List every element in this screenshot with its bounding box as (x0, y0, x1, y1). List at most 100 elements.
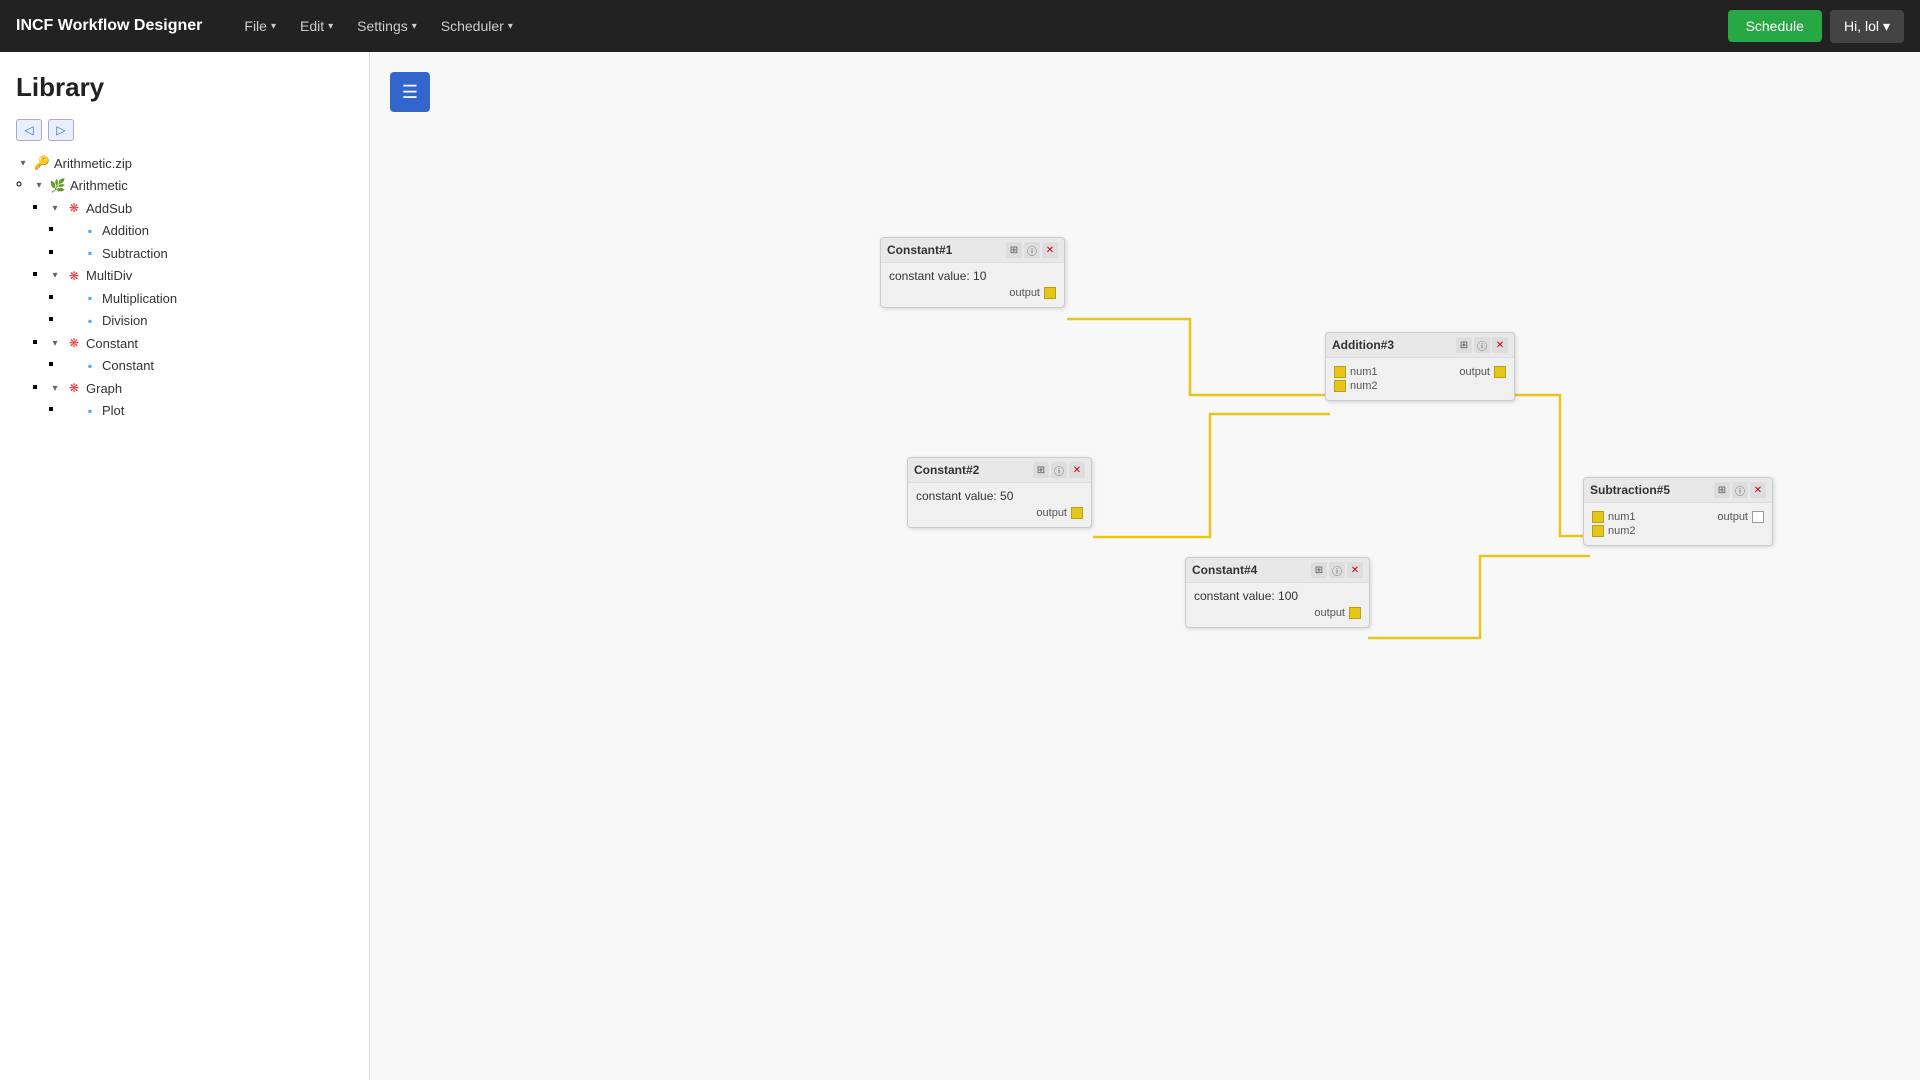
tree-item-plot[interactable]: ▪ Plot (64, 401, 353, 421)
canvas-menu-button[interactable]: ☰ (390, 72, 430, 112)
node-constant1-title: Constant#1 (887, 243, 952, 257)
node-addition3-move[interactable]: ⊞ (1456, 337, 1472, 353)
output-port-dot[interactable] (1349, 607, 1361, 619)
sidebar-nav-icons: ◁ ▷ (16, 119, 353, 141)
node-addition3-info[interactable]: ⓘ (1474, 337, 1490, 353)
file-menu-caret: ▾ (271, 21, 276, 32)
node-constant2-output-port: output (916, 507, 1083, 519)
node-constant1[interactable]: Constant#1 ⊞ ⓘ ✕ constant value: 10 outp… (880, 237, 1065, 308)
tree-children-graph: ▪ Plot (48, 400, 353, 421)
connections-svg (370, 52, 1920, 1080)
schedule-button[interactable]: Schedule (1728, 10, 1822, 42)
node-constant1-close[interactable]: ✕ (1042, 242, 1058, 258)
node-subtraction5[interactable]: Subtraction#5 ⊞ ⓘ ✕ num1 output (1583, 477, 1773, 546)
workflow-canvas-area[interactable]: ☰ Constant#1 ⊞ ⓘ (370, 52, 1920, 1080)
node-addition3-num1-port: num1 output (1334, 366, 1506, 378)
tree-children-arithmetic-zip: ▾ 🌿 Arithmetic ▾ ❋ AddSub (16, 175, 353, 421)
settings-menu-caret: ▾ (412, 21, 417, 32)
tree-item-division[interactable]: ▪ Division (64, 311, 353, 331)
file-menu[interactable]: File ▾ (234, 12, 286, 40)
tree-label-subtraction: Subtraction (102, 246, 168, 261)
node-constant4-body: constant value: 100 output (1186, 583, 1369, 627)
toggle-icon: ▾ (16, 158, 30, 169)
node-constant2[interactable]: Constant#2 ⊞ ⓘ ✕ constant value: 50 outp… (907, 457, 1092, 528)
tree-label-plot: Plot (102, 403, 124, 418)
tree-children-addsub: ▪ Addition ▪ Subtraction (48, 220, 353, 263)
node-constant4-header: Constant#4 ⊞ ⓘ ✕ (1186, 558, 1369, 583)
zip-icon: 🔑 (34, 155, 50, 171)
nav-forward-button[interactable]: ▷ (48, 119, 74, 141)
tree-item-constant[interactable]: ▪ Constant (64, 356, 353, 376)
node-subtraction5-close[interactable]: ✕ (1750, 482, 1766, 498)
node-addition3[interactable]: Addition#3 ⊞ ⓘ ✕ num1 output (1325, 332, 1515, 401)
node-constant4-move[interactable]: ⊞ (1311, 562, 1327, 578)
node-constant1-info[interactable]: ⓘ (1024, 242, 1040, 258)
scheduler-menu[interactable]: Scheduler ▾ (431, 12, 523, 40)
node-constant1-param: constant value: 10 (889, 269, 1056, 283)
tree-item-arithmetic: ▾ 🌿 Arithmetic ▾ ❋ AddSub (32, 175, 353, 421)
node-constant1-move[interactable]: ⊞ (1006, 242, 1022, 258)
tree-item-graph-group[interactable]: ▾ ❋ Graph (48, 378, 353, 398)
user-menu-caret: ▾ (1883, 18, 1890, 35)
tree-item-multiplication[interactable]: ▪ Multiplication (64, 288, 353, 308)
tree-label-addition: Addition (102, 223, 149, 238)
node-constant2-move[interactable]: ⊞ (1033, 462, 1049, 478)
tree-item-subtraction[interactable]: ▪ Subtraction (64, 243, 353, 263)
node-constant4-close[interactable]: ✕ (1347, 562, 1363, 578)
sidebar-title: Library (16, 72, 353, 103)
multiplication-icon: ▪ (82, 290, 98, 306)
output-port-dot[interactable] (1044, 287, 1056, 299)
nav-back-button[interactable]: ◁ (16, 119, 42, 141)
node-constant4-controls: ⊞ ⓘ ✕ (1311, 562, 1363, 578)
node-addition3-header: Addition#3 ⊞ ⓘ ✕ (1326, 333, 1514, 358)
tree-label-constant-group: Constant (86, 336, 138, 351)
node-subtraction5-header: Subtraction#5 ⊞ ⓘ ✕ (1584, 478, 1772, 503)
user-menu-button[interactable]: Hi, lol ▾ (1830, 10, 1904, 43)
nav-menu: File ▾ Edit ▾ Settings ▾ Scheduler ▾ (234, 12, 522, 40)
tree-children-constant: ▪ Constant (48, 355, 353, 376)
tree-item-addition[interactable]: ▪ Addition (64, 221, 353, 241)
node-subtraction5-move[interactable]: ⊞ (1714, 482, 1730, 498)
main-layout: Library ◁ ▷ ▾ 🔑 Arithmetic.zip ▾ 🌿 (0, 0, 1920, 1080)
tree-children-multidiv: ▪ Multiplication ▪ Division (48, 288, 353, 331)
node-constant4-param: constant value: 100 (1194, 589, 1361, 603)
node-constant2-close[interactable]: ✕ (1069, 462, 1085, 478)
tree-label-arithmetic-zip: Arithmetic.zip (54, 156, 132, 171)
input-port-dot[interactable] (1334, 366, 1346, 378)
tree-label-addsub: AddSub (86, 201, 132, 216)
output-port-dot[interactable] (1071, 507, 1083, 519)
node-constant4[interactable]: Constant#4 ⊞ ⓘ ✕ constant value: 100 out… (1185, 557, 1370, 628)
node-constant2-info[interactable]: ⓘ (1051, 462, 1067, 478)
tree-label-constant: Constant (102, 358, 154, 373)
tree-item-multidiv[interactable]: ▾ ❋ MultiDiv (48, 266, 353, 286)
subtraction-icon: ▪ (82, 245, 98, 261)
output-port-dot[interactable] (1494, 366, 1506, 378)
division-icon: ▪ (82, 313, 98, 329)
app-header: INCF Workflow Designer File ▾ Edit ▾ Set… (0, 0, 1920, 52)
workflow-canvas[interactable]: Constant#1 ⊞ ⓘ ✕ constant value: 10 outp… (370, 52, 1920, 1080)
multidiv-icon: ❋ (66, 268, 82, 284)
scheduler-menu-caret: ▾ (508, 21, 513, 32)
output-port-dot-empty[interactable] (1752, 511, 1764, 523)
edit-menu[interactable]: Edit ▾ (290, 12, 343, 40)
tree-label-arithmetic: Arithmetic (70, 178, 128, 193)
app-title: INCF Workflow Designer (16, 17, 202, 35)
input-port-dot[interactable] (1334, 380, 1346, 392)
node-subtraction5-num2-port: num2 (1592, 525, 1764, 537)
node-constant4-output-port: output (1194, 607, 1361, 619)
tree-item-addsub[interactable]: ▾ ❋ AddSub (48, 198, 353, 218)
addsub-icon: ❋ (66, 200, 82, 216)
tree-item-constant-group[interactable]: ▾ ❋ Constant (48, 333, 353, 353)
header-right: Schedule Hi, lol ▾ (1728, 10, 1904, 43)
node-constant2-param: constant value: 50 (916, 489, 1083, 503)
addition-icon: ▪ (82, 223, 98, 239)
node-constant4-info[interactable]: ⓘ (1329, 562, 1345, 578)
node-subtraction5-info[interactable]: ⓘ (1732, 482, 1748, 498)
node-addition3-close[interactable]: ✕ (1492, 337, 1508, 353)
sidebar: Library ◁ ▷ ▾ 🔑 Arithmetic.zip ▾ 🌿 (0, 52, 370, 1080)
node-constant2-controls: ⊞ ⓘ ✕ (1033, 462, 1085, 478)
input-port-dot[interactable] (1592, 511, 1604, 523)
tree-label-multidiv: MultiDiv (86, 268, 132, 283)
input-port-dot[interactable] (1592, 525, 1604, 537)
settings-menu[interactable]: Settings ▾ (347, 12, 427, 40)
